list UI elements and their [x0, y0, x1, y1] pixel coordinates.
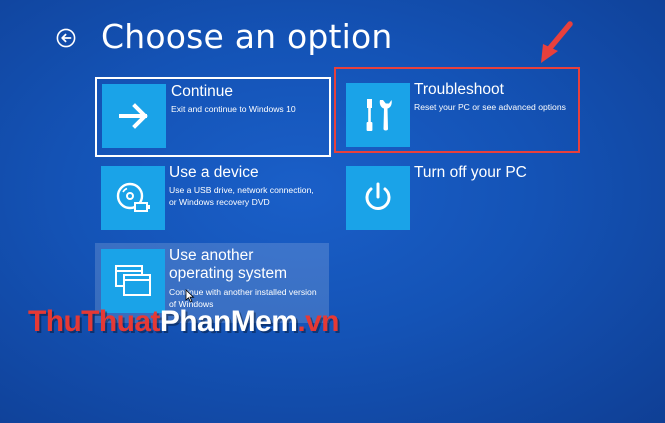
- back-button[interactable]: [56, 28, 76, 48]
- page-title: Choose an option: [101, 17, 393, 56]
- use-device-description-line-1: Use a USB drive, network connection,: [169, 185, 314, 195]
- continue-description: Exit and continue to Windows 10: [171, 104, 296, 116]
- continue-description-line: Exit and continue to Windows 10: [171, 104, 296, 114]
- troubleshoot-option[interactable]: Troubleshoot Reset your PC or see advanc…: [340, 77, 578, 155]
- use-device-title: Use a device: [169, 164, 259, 181]
- another-os-title-line-1: Use another: [169, 247, 254, 264]
- use-device-icon-box: [101, 166, 165, 230]
- watermark-part-3: .vn: [297, 305, 339, 338]
- another-os-icon-box: [101, 249, 165, 313]
- another-os-title: Use another operating system: [169, 247, 287, 283]
- continue-option[interactable]: Continue Exit and continue to Windows 10: [95, 77, 331, 157]
- continue-title: Continue: [171, 83, 234, 100]
- use-device-description: Use a USB drive, network connection, or …: [169, 185, 314, 208]
- continue-icon-box: [102, 84, 166, 148]
- watermark-part-1: ThuThuat: [28, 305, 160, 338]
- windows-stack-icon: [115, 265, 151, 296]
- back-arrow-icon: [56, 28, 76, 48]
- use-device-description-line-2: or Windows recovery DVD: [169, 196, 270, 207]
- watermark-part-2: PhanMem: [159, 305, 298, 338]
- troubleshoot-title: Troubleshoot: [414, 81, 504, 98]
- mouse-cursor-icon: [185, 289, 195, 303]
- turn-off-icon-box: [346, 166, 410, 230]
- turn-off-option[interactable]: Turn off your PC: [340, 160, 578, 238]
- troubleshoot-description: Reset your PC or see advanced options: [414, 102, 566, 114]
- red-annotation-arrow-icon: [541, 21, 573, 63]
- watermark: ThuThuatPhanMem.vn: [28, 305, 339, 339]
- troubleshoot-icon-box: [346, 83, 410, 147]
- another-os-title-line-2: operating system: [169, 265, 288, 282]
- power-icon: [365, 182, 391, 210]
- turn-off-title: Turn off your PC: [414, 164, 527, 181]
- use-device-option[interactable]: Use a device Use a USB drive, network co…: [95, 160, 331, 238]
- right-arrow-icon: [119, 103, 148, 129]
- disc-usb-icon: [116, 182, 150, 212]
- troubleshoot-description-line: Reset your PC or see advanced options: [414, 102, 566, 112]
- tools-icon: [366, 99, 392, 131]
